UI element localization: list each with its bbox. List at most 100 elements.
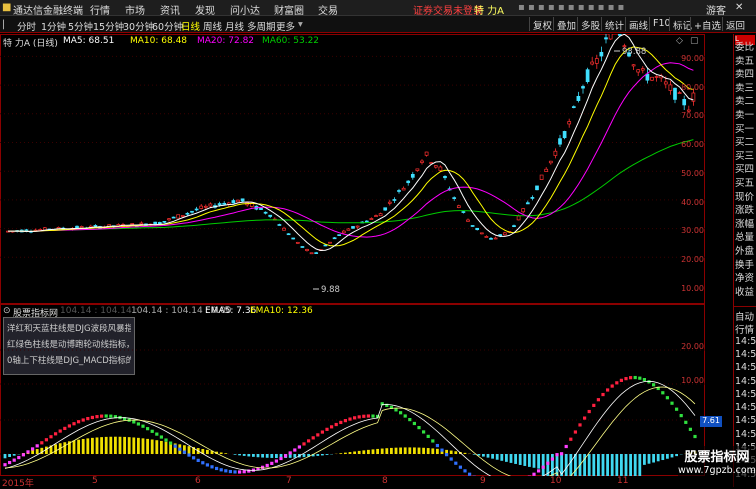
period-toolbar: | 分时 1分钟 5分钟 15分钟 30分钟 60分钟 日线 周线 月线 多周期… xyxy=(0,16,756,33)
tick-time-label: 14:5 xyxy=(735,362,756,373)
close-icon[interactable]: ✕ xyxy=(735,2,743,13)
tick-time-label: 14:5 xyxy=(735,402,756,413)
candles xyxy=(7,34,695,254)
app-logo-icon: ■ xyxy=(2,2,11,13)
quote-field-label: 换手 xyxy=(735,257,754,271)
high-price-label: 93.88 xyxy=(622,47,646,57)
date-tick: 7 xyxy=(286,476,292,486)
menu-bar: ■ 通达信金融终端 行情 市场 资讯 发现 问小达 财富圈 交易 证券交易未登录… xyxy=(0,0,756,16)
period-tab-30min[interactable]: 30分钟 xyxy=(123,19,154,33)
tick-time-label: 14:5 xyxy=(735,429,756,440)
quote-field-label: 收益 xyxy=(735,284,754,298)
quote-field-label: 买一 xyxy=(735,121,754,135)
menu-item-trade[interactable]: 交易 xyxy=(318,2,338,17)
date-tick: 8 xyxy=(382,476,388,486)
menu-item-market[interactable]: 市场 xyxy=(125,2,145,17)
app-title: 通达信金融终端 xyxy=(13,2,83,17)
ma10-line xyxy=(8,47,693,246)
date-tick: 11 xyxy=(617,476,628,486)
restore-rights-button[interactable]: 复权 xyxy=(529,17,555,31)
tick-time-label: 行情 xyxy=(735,322,754,336)
tick-time-label: 14:5 xyxy=(735,376,756,387)
toolbar-grip-icon: | xyxy=(2,19,5,30)
date-tick: 5 xyxy=(92,476,98,486)
price-tick: 50.00 xyxy=(678,169,704,178)
user-label[interactable]: 游客 xyxy=(706,2,726,17)
quote-field-label: 外盘 xyxy=(735,243,754,257)
menu-item-wealth[interactable]: 财富圈 xyxy=(274,2,304,17)
period-tab-15min[interactable]: 15分钟 xyxy=(93,19,124,33)
menu-item-news[interactable]: 资讯 xyxy=(160,2,180,17)
window-controls: ▪ ▪ ▪ ▪ ▪ ▪ ▪ ▪ ▪ ▪ ▪ xyxy=(518,2,624,13)
statistics-button[interactable]: 统计 xyxy=(601,17,627,31)
tick-time-label: 自动 xyxy=(735,309,754,323)
ma20-line xyxy=(8,63,693,237)
quote-field-label: 卖三 xyxy=(735,80,754,94)
quote-divider xyxy=(734,306,756,307)
menu-item-discover[interactable]: 发现 xyxy=(195,2,215,17)
menu-item-quotes[interactable]: 行情 xyxy=(90,2,110,17)
price-grid xyxy=(0,34,705,257)
overlay-button[interactable]: 叠加 xyxy=(553,17,579,31)
more-dropdown-icon[interactable]: ▾ xyxy=(298,19,303,30)
drawing-button[interactable]: 画线 xyxy=(625,17,651,31)
date-tick: 10 xyxy=(550,476,561,486)
date-axis: 2015年 5 6 7 8 9 10 11 xyxy=(0,476,705,487)
quote-field-label: 买四 xyxy=(735,161,754,175)
back-button[interactable]: 返回 xyxy=(722,17,748,31)
price-tick: 90.00 xyxy=(678,54,704,63)
period-tab-1min[interactable]: 1分钟 xyxy=(41,19,66,33)
price-tick: 70.00 xyxy=(678,111,704,120)
candlestick-chart: 93.88 9.88 xyxy=(0,34,705,304)
login-alert[interactable]: 证券交易未登录 xyxy=(413,2,483,17)
tick-time-label: 14:5 xyxy=(735,349,756,360)
watermark-url: www.7gpzb.com xyxy=(678,465,756,476)
quote-field-label: 买三 xyxy=(735,148,754,162)
date-tick: 2015年 xyxy=(2,476,34,489)
watermark-title: 股票指标网 xyxy=(678,446,756,465)
multi-stock-button[interactable]: 多股 xyxy=(577,17,603,31)
indicator-chart xyxy=(0,304,705,476)
period-tab-multi[interactable]: 多周期 xyxy=(247,19,276,33)
price-tick: 80.00 xyxy=(678,83,704,92)
date-tick: 9 xyxy=(480,476,486,486)
indicator-tick: 20.00 xyxy=(678,342,704,351)
quote-field-label: 买二 xyxy=(735,134,754,148)
low-price-label: 9.88 xyxy=(321,285,340,295)
quote-field-label: 卖一 xyxy=(735,107,754,121)
quote-field-label: 卖五 xyxy=(735,53,754,67)
ema5-line xyxy=(5,381,695,476)
quote-field-label: 总量 xyxy=(735,229,754,243)
period-tab-more[interactable]: 更多 xyxy=(276,19,295,33)
add-watchlist-button[interactable]: +自选 xyxy=(690,17,724,31)
quote-field-label: 卖四 xyxy=(735,66,754,80)
period-tab-5min[interactable]: 5分钟 xyxy=(68,19,93,33)
indicator-bars xyxy=(4,437,697,476)
price-tick: 60.00 xyxy=(678,140,704,149)
price-tick: 20.00 xyxy=(678,255,704,264)
quote-field-label: 涨幅 xyxy=(735,216,754,230)
period-tab-weekly[interactable]: 周线 xyxy=(203,19,222,33)
tick-time-label: 14:5 xyxy=(735,415,756,426)
tick-time-label: 14:5 xyxy=(735,336,756,347)
quote-side-panel: L 委比卖五卖四卖三卖二卖一买一买二买三买四买五现价涨跌涨幅总量外盘换手净资收益… xyxy=(733,34,756,487)
menu-item-ask[interactable]: 问小达 xyxy=(230,2,260,17)
tick-time-label: 14:5 xyxy=(735,389,756,400)
quote-field-label: 净资 xyxy=(735,270,754,284)
quote-field-label: 卖二 xyxy=(735,93,754,107)
ma60-line xyxy=(8,140,693,232)
price-tick: 10.00 xyxy=(678,284,704,293)
quote-field-label: 委比 xyxy=(735,39,754,53)
quote-field-label: 涨跌 xyxy=(735,202,754,216)
quote-field-label: 现价 xyxy=(735,189,754,203)
period-tab-timeshare[interactable]: 分时 xyxy=(17,19,36,33)
price-tick: 30.00 xyxy=(678,226,704,235)
indicator-tick: 10.00 xyxy=(678,376,704,385)
period-tab-60min[interactable]: 60分钟 xyxy=(152,19,183,33)
quote-field-label: 买五 xyxy=(735,175,754,189)
period-tab-daily[interactable]: 日线 xyxy=(181,19,200,33)
ma5-line xyxy=(8,34,693,250)
watermark: 股票指标网 www.7gpzb.com xyxy=(678,446,756,487)
period-tab-monthly[interactable]: 月线 xyxy=(225,19,244,33)
current-value-tag: 7.61 xyxy=(700,416,722,427)
